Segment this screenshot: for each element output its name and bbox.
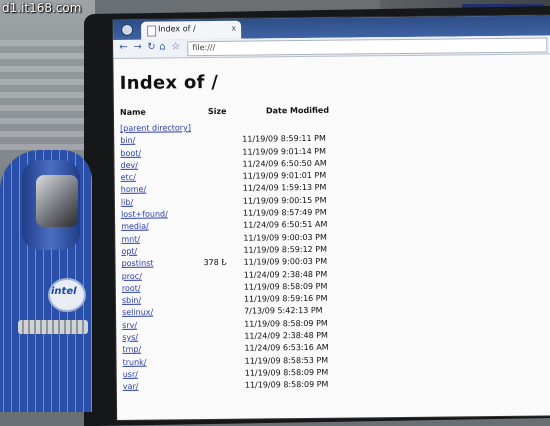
tab-index[interactable]: Index of / x: [141, 20, 242, 40]
page-title: Index of /: [119, 71, 219, 94]
file-link[interactable]: bin/: [120, 136, 135, 145]
file-date-modified: 11/19/09 8:59:12 PM: [243, 244, 328, 255]
file-link[interactable]: proc/: [122, 271, 142, 280]
file-list: [parent directory] bin/11/19/09 8:59:11 P…: [120, 119, 550, 394]
intel-figure-visor: [36, 175, 78, 227]
file-link[interactable]: sbin/: [122, 296, 141, 305]
file-link[interactable]: dev/: [120, 161, 138, 170]
file-link[interactable]: [parent directory]: [120, 123, 191, 133]
home-icon[interactable]: ⌂: [159, 41, 165, 52]
file-date-modified: 11/24/09 6:53:16 AM: [244, 343, 329, 353]
browser-window: Index of / x ← → ↻ ⌂ ☆ file:/// Index of…: [113, 15, 550, 420]
file-link[interactable]: var/: [123, 382, 139, 391]
file-date-modified: 11/19/09 8:59:11 PM: [242, 134, 326, 144]
file-link[interactable]: srv/: [122, 321, 137, 330]
file-link[interactable]: mnt/: [121, 234, 140, 243]
file-link[interactable]: postinst: [122, 259, 154, 268]
file-date-modified: 11/19/09 9:00:03 PM: [243, 232, 327, 243]
file-date-modified: 11/19/09 9:00:03 PM: [243, 257, 328, 267]
file-date-modified: 7/13/09 5:42:13 PM: [244, 306, 323, 317]
file-date-modified: 11/24/09 2:38:48 PM: [243, 269, 328, 280]
file-link[interactable]: etc/: [121, 173, 136, 182]
file-date-modified: 11/19/09 9:01:01 PM: [242, 170, 327, 181]
file-link[interactable]: sys/: [122, 333, 138, 342]
file-date-modified: 11/19/09 8:58:09 PM: [244, 379, 329, 390]
file-link[interactable]: media/: [121, 222, 149, 231]
file-date-modified: 11/24/09 6:50:51 AM: [243, 220, 328, 231]
file-date-modified: 11/19/09 8:58:09 PM: [244, 367, 329, 378]
file-date-modified: 11/24/09 6:50:50 AM: [242, 158, 327, 169]
watermark: d1.it168.com: [2, 1, 82, 15]
file-link[interactable]: root/: [122, 284, 141, 293]
file-date-modified: 11/19/09 8:58:09 PM: [243, 281, 328, 292]
star-icon[interactable]: ☆: [171, 41, 180, 52]
intel-figure-belt: [18, 320, 88, 334]
column-date-modified[interactable]: Date Modified: [266, 106, 329, 116]
file-date-modified: 11/19/09 8:58:09 PM: [244, 318, 328, 329]
reload-icon[interactable]: ↻: [147, 42, 156, 53]
file-link[interactable]: home/: [121, 185, 146, 194]
file-date-modified: 11/19/09 9:00:15 PM: [242, 195, 327, 206]
tab-close-icon[interactable]: x: [231, 24, 236, 33]
url-text: file:///: [192, 42, 216, 53]
file-link[interactable]: tmp/: [122, 345, 141, 354]
file-date-modified: 11/19/09 8:58:53 PM: [244, 355, 329, 366]
intel-logo-text: intel: [51, 286, 77, 297]
file-date-modified: 11/19/09 9:01:14 PM: [242, 146, 327, 157]
file-date-modified: 11/19/09 8:59:16 PM: [243, 293, 328, 304]
chrome-icon[interactable]: [121, 23, 134, 36]
column-size[interactable]: Size: [208, 107, 227, 116]
file-link[interactable]: usr/: [123, 370, 138, 379]
tab-title: Index of /: [158, 24, 196, 34]
file-link[interactable]: selinux/: [122, 308, 153, 317]
file-link[interactable]: lib/: [121, 198, 133, 207]
file-link[interactable]: lost+found/: [121, 210, 168, 219]
address-bar[interactable]: file:///: [187, 37, 548, 57]
file-link[interactable]: opt/: [121, 247, 137, 256]
back-arrow-icon[interactable]: ←: [119, 42, 128, 53]
forward-arrow-icon[interactable]: →: [133, 42, 142, 53]
file-date-modified: 11/19/09 8:57:49 PM: [242, 207, 327, 218]
page-icon: [147, 25, 157, 37]
page-content: Index of / Name Size Date Modified [pare…: [113, 54, 550, 394]
file-date-modified: 11/24/09 1:59:13 PM: [242, 183, 327, 194]
background-window-blinds: [0, 40, 95, 150]
file-link[interactable]: trunk/: [123, 357, 147, 366]
file-link[interactable]: boot/: [120, 148, 141, 157]
column-name[interactable]: Name: [120, 108, 146, 117]
file-date-modified: 11/24/09 2:38:48 PM: [244, 330, 328, 341]
